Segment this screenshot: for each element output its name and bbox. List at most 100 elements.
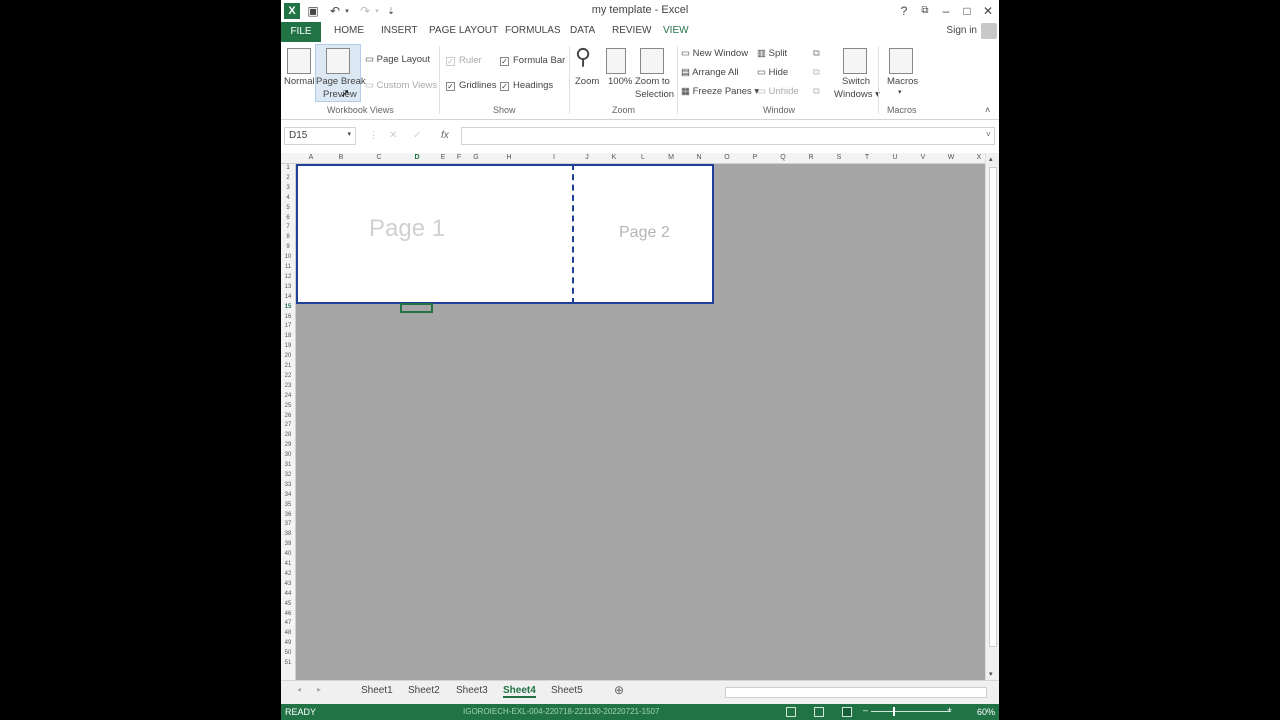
tab-page-layout[interactable]: PAGE LAYOUT	[429, 25, 498, 36]
column-header[interactable]: G	[469, 154, 483, 161]
row-header[interactable]: 7	[281, 224, 295, 230]
synchronous-scrolling-icon[interactable]: ⧉	[813, 67, 820, 78]
normal-view-button[interactable]: Normal	[284, 76, 315, 87]
cancel-icon[interactable]: ✕	[389, 130, 397, 141]
zoom-slider[interactable]	[871, 711, 951, 712]
row-header[interactable]: 17	[281, 323, 295, 329]
column-header[interactable]: N	[692, 154, 706, 161]
column-header[interactable]: A	[304, 154, 318, 161]
row-header[interactable]: 3	[281, 185, 295, 191]
row-header[interactable]: 12	[281, 274, 295, 280]
enter-icon[interactable]: ✓	[413, 130, 421, 141]
row-header[interactable]: 11	[281, 264, 295, 270]
row-header[interactable]: 36	[281, 512, 295, 518]
tab-data[interactable]: DATA	[570, 25, 595, 36]
headings-checkbox[interactable]: ✓ Headings	[500, 80, 553, 91]
row-header[interactable]: 10	[281, 254, 295, 260]
column-header[interactable]: L	[636, 154, 650, 161]
row-header[interactable]: 40	[281, 551, 295, 557]
row-header[interactable]: 14	[281, 294, 295, 300]
row-header[interactable]: 15	[281, 304, 295, 310]
gridlines-checkbox[interactable]: ✓ Gridlines	[446, 80, 497, 91]
row-header[interactable]: 34	[281, 492, 295, 498]
column-header[interactable]: C	[372, 154, 386, 161]
row-header[interactable]: 13	[281, 284, 295, 290]
prev-sheet-icon[interactable]: ◂	[297, 685, 301, 694]
tab-home[interactable]: HOME	[334, 25, 364, 36]
formula-input[interactable]	[461, 127, 995, 145]
column-header[interactable]: H	[502, 154, 516, 161]
expand-formula-bar-icon[interactable]: ˅	[986, 130, 991, 139]
row-header[interactable]: 43	[281, 581, 295, 587]
arrange-all-button[interactable]: ▤ Arrange All	[681, 67, 739, 78]
switch-windows-button[interactable]: Switch	[842, 76, 870, 87]
row-header[interactable]: 39	[281, 541, 295, 547]
new-sheet-icon[interactable]: ⊕	[614, 683, 624, 697]
column-header[interactable]: T	[860, 154, 874, 161]
row-header[interactable]: 51	[281, 660, 295, 666]
page-layout-status-icon[interactable]	[814, 707, 824, 717]
zoom-to-selection-button[interactable]: Zoom to	[635, 76, 670, 87]
row-header[interactable]: 28	[281, 432, 295, 438]
row-header[interactable]: 24	[281, 393, 295, 399]
custom-views-button[interactable]: ▭ Custom Views	[365, 80, 437, 91]
close-icon[interactable]: ✕	[979, 2, 997, 20]
zoom-slider-thumb[interactable]	[893, 707, 895, 716]
column-header[interactable]: E	[436, 154, 450, 161]
column-header[interactable]: M	[664, 154, 678, 161]
maximize-icon[interactable]: □	[958, 2, 976, 20]
row-header[interactable]: 33	[281, 482, 295, 488]
row-header[interactable]: 32	[281, 472, 295, 478]
column-header[interactable]: P	[748, 154, 762, 161]
row-header[interactable]: 19	[281, 343, 295, 349]
name-box[interactable]: D15 ▾	[284, 127, 356, 145]
zoom-button[interactable]: Zoom	[575, 76, 599, 87]
row-header[interactable]: 44	[281, 591, 295, 597]
page-border[interactable]	[296, 164, 714, 304]
page-break-line[interactable]	[572, 164, 574, 304]
row-header[interactable]: 31	[281, 462, 295, 468]
column-header[interactable]: U	[888, 154, 902, 161]
macros-dropdown-icon[interactable]: ▾	[898, 88, 902, 96]
column-header[interactable]: J	[580, 154, 594, 161]
help-icon[interactable]: ?	[895, 2, 913, 20]
zoom-in-icon[interactable]: +	[947, 705, 952, 715]
vertical-scrollbar[interactable]: ▴ ▾	[985, 153, 999, 680]
row-header[interactable]: 50	[281, 650, 295, 656]
column-header[interactable]: X	[972, 154, 985, 161]
tab-sheet3[interactable]: Sheet3	[456, 685, 488, 696]
normal-view-status-icon[interactable]	[786, 707, 796, 717]
row-header[interactable]: 46	[281, 611, 295, 617]
tab-formulas[interactable]: FORMULAS	[505, 25, 561, 36]
zoom-100-button[interactable]: 100%	[608, 76, 632, 87]
column-header[interactable]: D	[410, 154, 424, 161]
column-header[interactable]: W	[944, 154, 958, 161]
row-header[interactable]: 30	[281, 452, 295, 458]
collapse-ribbon-icon[interactable]: ˄	[985, 105, 990, 115]
horizontal-scrollbar[interactable]	[725, 687, 987, 698]
column-header[interactable]: S	[832, 154, 846, 161]
column-header[interactable]: R	[804, 154, 818, 161]
scroll-down-icon[interactable]: ▾	[989, 670, 993, 678]
row-header[interactable]: 48	[281, 630, 295, 636]
page-break-status-icon[interactable]	[842, 707, 852, 717]
zoom-out-icon[interactable]: –	[863, 705, 868, 715]
worksheet-grid[interactable]: ABCDEFGHIJKLMNOPQRSTUVWX 1 2 3 4 5 6 7 8 9 10 11 12…	[281, 153, 985, 680]
row-header[interactable]: 45	[281, 601, 295, 607]
row-header[interactable]: 6	[281, 215, 295, 221]
tab-sheet1[interactable]: Sheet1	[361, 685, 393, 696]
column-header[interactable]: Q	[776, 154, 790, 161]
row-header[interactable]: 25	[281, 403, 295, 409]
row-header[interactable]: 1	[281, 165, 295, 171]
row-header[interactable]: 26	[281, 413, 295, 419]
column-header[interactable]: V	[916, 154, 930, 161]
tab-sheet2[interactable]: Sheet2	[408, 685, 440, 696]
row-header[interactable]: 42	[281, 571, 295, 577]
column-header[interactable]: I	[547, 154, 561, 161]
unhide-button[interactable]: ▭ Unhide	[757, 86, 799, 97]
tab-insert[interactable]: INSERT	[381, 25, 418, 36]
row-header[interactable]: 49	[281, 640, 295, 646]
column-header[interactable]: O	[720, 154, 734, 161]
page-layout-view-button[interactable]: ▭ Page Layout	[365, 54, 430, 65]
tab-sheet5[interactable]: Sheet5	[551, 685, 583, 696]
